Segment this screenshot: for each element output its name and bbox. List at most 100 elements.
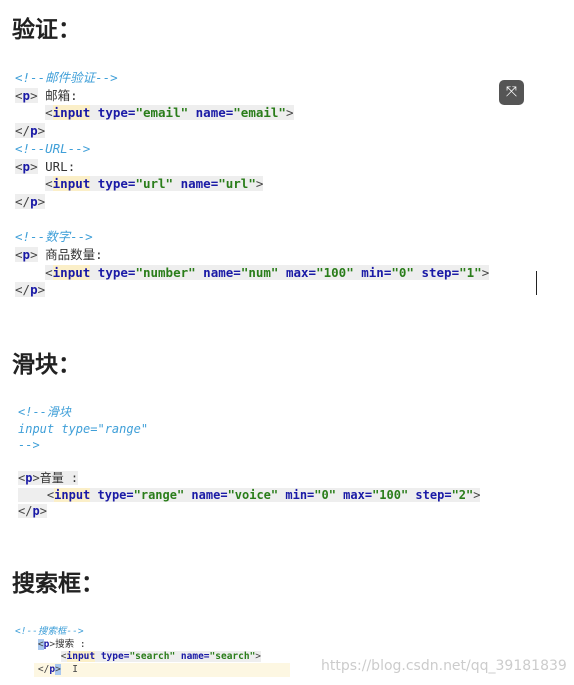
code-token: name= (173, 176, 219, 192)
code-line: --> (18, 437, 480, 454)
code-token: > (473, 487, 481, 502)
code-line: <input type="url" name="url"> (15, 175, 489, 193)
code-line: </p> (15, 281, 489, 299)
code-token: 邮箱: (37, 87, 78, 103)
code-line: </p> (15, 193, 489, 211)
code-token: URL: (37, 158, 76, 174)
expand-icon[interactable]: ⤧ (499, 80, 524, 105)
code-token: name= (184, 487, 228, 502)
code-token: <!--数字--> (15, 229, 93, 245)
code-token: p (32, 504, 40, 518)
code-token: max= (278, 264, 317, 280)
code-token: "url" (218, 176, 256, 192)
code-token: type= (90, 264, 136, 280)
code-line: <!--滑块 (18, 404, 480, 421)
code-token: "number" (135, 264, 196, 280)
code-token: > (30, 87, 38, 103)
code-token: p (22, 247, 31, 263)
code-token: > (255, 651, 262, 663)
code-line: </p> (18, 503, 480, 520)
code-token: input (54, 487, 91, 502)
code-token: "100" (372, 487, 409, 502)
code-token: step= (413, 264, 460, 280)
code-token: I (60, 663, 78, 675)
code-line: <!--数字--> (15, 228, 489, 246)
code-token: < (45, 105, 53, 121)
code-token: 音量 : (39, 471, 79, 485)
code-token: input (52, 264, 91, 280)
code-token: </ (37, 663, 50, 675)
code-line: <!--搜索框--> (15, 626, 261, 639)
code-token: > (255, 176, 264, 192)
code-token: > (37, 282, 46, 298)
code-token: > (30, 158, 38, 174)
code-token: </ (18, 504, 33, 518)
code-token: > (37, 123, 46, 139)
code-token: <!--URL--> (15, 140, 91, 156)
code-line: <!--邮件验证--> (15, 69, 489, 87)
code-token: p (30, 282, 38, 298)
code-line: <p> URL: (15, 158, 489, 176)
code-token: > (39, 504, 47, 518)
code-token: name= (188, 105, 234, 121)
code-line: <p>搜索 : (15, 638, 261, 652)
code-token: 搜索 : (55, 638, 86, 650)
code-line: <p>音量 : (18, 470, 480, 487)
code-token: < (45, 264, 53, 280)
code-token (18, 487, 47, 502)
code-token: > (30, 247, 38, 263)
code-token: < (15, 247, 23, 263)
code-token: type= (90, 105, 136, 121)
code-token: </ (15, 282, 31, 298)
code-line: <input type="email" name="email"> (15, 104, 489, 122)
code-token: <!--搜索框--> (15, 626, 84, 637)
code-token: > (37, 193, 46, 209)
code-token: input (52, 176, 91, 192)
code-token: < (15, 158, 23, 174)
code-token: step= (408, 487, 452, 502)
code-token: type= (90, 487, 134, 502)
code-line (18, 454, 480, 471)
code-token: "1" (459, 264, 482, 280)
code-block-validation: <!--邮件验证--> <p> 邮箱: <input type="email" n… (15, 69, 490, 299)
code-token: p (30, 123, 38, 139)
code-line: </p> (15, 122, 489, 140)
code-token: type= (90, 176, 136, 192)
code-token: "100" (316, 264, 354, 280)
code-line: input type="range" (18, 421, 480, 438)
code-line: </p> I (15, 663, 261, 677)
code-block-slider: <!--滑块 input type="range" --> <p>音量 : <inp… (18, 404, 481, 520)
code-token: max= (335, 487, 373, 502)
code-token: < (60, 651, 67, 663)
code-token: "voice" (227, 487, 279, 502)
code-token: > (285, 105, 294, 121)
code-token: <!--邮件验证--> (15, 70, 118, 85)
code-token: min= (278, 487, 315, 502)
code-token: "num" (240, 264, 279, 280)
code-token: p (30, 193, 38, 209)
code-line: <input type="number" name="num" max="100… (15, 264, 490, 282)
heading-validation: 验证： (12, 17, 81, 43)
code-token: p (22, 158, 31, 174)
code-token: input (52, 105, 91, 121)
code-token: min= (353, 264, 392, 280)
code-token: "2" (451, 487, 474, 502)
text-cursor (536, 271, 537, 295)
code-token: input type="range" (18, 421, 149, 436)
code-token: 商品数量: (37, 247, 103, 263)
heading-search: 搜索框： (12, 571, 104, 597)
code-token: < (15, 87, 23, 103)
code-token: "search" (129, 651, 176, 663)
code-token: p (22, 87, 31, 103)
code-line: <p> 邮箱: (15, 87, 489, 105)
code-token: "0" (391, 264, 414, 280)
code-token: "search" (209, 651, 256, 663)
code-token: "url" (135, 176, 174, 192)
